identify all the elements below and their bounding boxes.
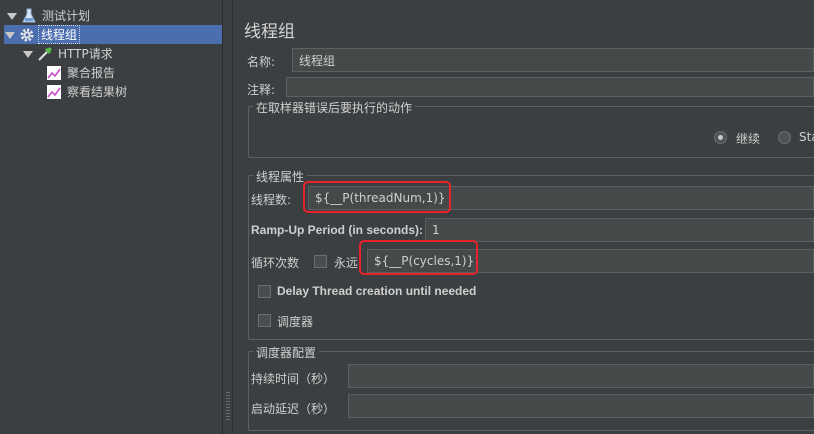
start-next-radio[interactable] xyxy=(778,131,791,144)
panel-splitter[interactable] xyxy=(223,0,233,434)
expand-arrow-icon[interactable] xyxy=(6,10,18,22)
tree-node-label: HTTP请求 xyxy=(58,47,113,61)
name-label: 名称: xyxy=(247,55,276,69)
tree-node-label: 察看结果树 xyxy=(67,85,128,99)
tree-node-aggregate-report[interactable]: 聚合报告 xyxy=(46,63,117,82)
loop-count-label: 循环次数 xyxy=(251,256,300,270)
forever-checkbox[interactable] xyxy=(314,255,327,268)
tree-node-view-results-tree[interactable]: 察看结果树 xyxy=(46,82,129,101)
expand-arrow-icon[interactable] xyxy=(4,29,16,41)
scheduler-config-legend: 调度器配置 xyxy=(253,344,320,361)
scheduler-config-group: 调度器配置 xyxy=(248,344,814,431)
comment-input[interactable] xyxy=(286,77,814,97)
delay-thread-checkbox[interactable] xyxy=(258,285,271,298)
rampup-input[interactable]: 1 xyxy=(425,218,814,242)
tree-node-label: 聚合报告 xyxy=(67,66,116,80)
start-next-radio-label: Sta xyxy=(799,130,814,144)
chart-icon xyxy=(46,65,62,81)
continue-radio[interactable] xyxy=(714,131,727,144)
error-action-legend: 在取样器错误后要执行的动作 xyxy=(253,99,416,116)
flask-icon xyxy=(21,8,37,24)
scheduler-label: 调度器 xyxy=(277,315,314,329)
thread-count-highlight xyxy=(303,181,451,213)
name-input[interactable]: 线程组 xyxy=(292,48,814,72)
tree-node-thread-group[interactable]: 线程组 xyxy=(4,25,222,44)
loop-count-highlight xyxy=(359,240,478,275)
thread-group-panel: 线程组 名称: 线程组 注释: 在取样器错误后要执行的动作 继续 Sta 线程属… xyxy=(234,0,814,434)
expand-arrow-icon[interactable] xyxy=(22,48,34,60)
tree-node-test-plan[interactable]: 测试计划 xyxy=(6,6,92,25)
delay-thread-label: Delay Thread creation until needed xyxy=(277,284,477,298)
forever-checkbox-label: 永远 xyxy=(334,256,359,270)
gear-icon xyxy=(19,27,35,43)
test-plan-tree[interactable]: 测试计划 线程组 HTTP请求 聚合报告 察看结果树 xyxy=(0,0,223,434)
duration-input[interactable] xyxy=(348,364,814,388)
thread-properties-legend: 线程属性 xyxy=(253,168,308,185)
pipette-icon xyxy=(37,46,53,62)
comment-label: 注释: xyxy=(247,83,276,97)
startup-delay-input[interactable] xyxy=(348,394,814,418)
rampup-label: Ramp-Up Period (in seconds): xyxy=(251,223,424,237)
page-title: 线程组 xyxy=(244,22,295,42)
thread-count-label: 线程数: xyxy=(251,193,292,207)
duration-label: 持续时间（秒） xyxy=(251,372,336,386)
splitter-grip-icon[interactable] xyxy=(226,392,230,422)
chart-icon xyxy=(46,84,62,100)
tree-node-label: 线程组 xyxy=(38,25,81,44)
continue-radio-label: 继续 xyxy=(736,132,761,146)
error-action-group: 在取样器错误后要执行的动作 继续 Sta xyxy=(248,99,814,158)
tree-node-label: 测试计划 xyxy=(42,9,91,23)
startup-delay-label: 启动延迟（秒） xyxy=(251,402,336,416)
tree-node-http-request[interactable]: HTTP请求 xyxy=(22,44,115,63)
scheduler-checkbox[interactable] xyxy=(258,314,271,327)
